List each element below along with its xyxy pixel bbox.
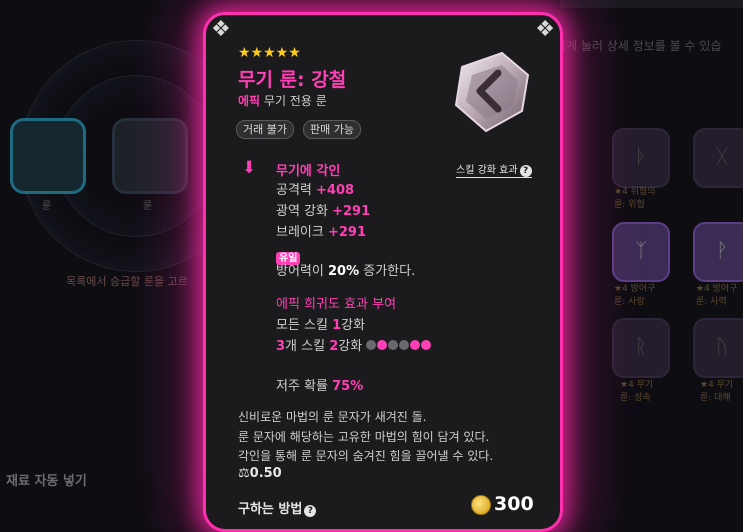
select-hint-text: 목록에서 승급할 룬을 고르 [66,275,188,288]
rune-slot-1[interactable] [10,118,86,194]
rune-tile[interactable]: ᚱ [612,318,670,378]
skill-help-link[interactable]: 스킬 강화 효과? [456,161,532,178]
stat-area: 광역 강화 +291 [276,204,371,219]
rune-glyph-icon: ᚷ [716,144,728,168]
rune-glyph-icon: ᚱ [635,334,647,358]
skill-dot-icon [421,340,432,350]
ornament-corner-icon: ❖ [211,17,231,42]
stat-attack: 공격력 +408 [276,183,355,198]
download-arrow-icon: ⬇ [242,158,257,178]
rune-tile[interactable]: ᚹ [693,222,743,282]
defense-effect: 방어력이 20% 증가한다. [276,264,416,279]
rune-tile[interactable]: ᛉ [612,222,670,282]
rune-slot-2-label: 룬 [143,201,153,212]
skill-dot-icon [399,340,410,350]
description-line: 신비로운 마법의 룬 문자가 새겨진 돌. [238,410,427,424]
rune-caption: ★4 위협의 룬: 위협 [614,187,656,210]
weight: ⚖0.50 [238,466,282,481]
curse-chance: 저주 확률 75% [276,379,364,394]
rune-stone-icon [454,51,530,133]
trade-tag: 거래 불가 [236,120,294,139]
rune-caption: ★4 무기 룬: 대해 [700,380,734,403]
rune-slot-2[interactable] [112,118,188,194]
auto-fill-button[interactable]: 재료 자동 넣기 [6,470,87,489]
rune-tile[interactable]: ᚦ [612,128,670,188]
ornament-corner-icon: ❖ [535,17,555,42]
rarity-effect-title: 에픽 희귀도 효과 부여 [276,297,397,312]
multi-skill-effect: 3개 스킬 2강화 [276,335,432,354]
sell-tag: 판매 가능 [303,120,361,139]
skill-dot-icon [377,340,388,350]
rune-caption: ★4 방어구 룬: 사랑 [614,284,656,307]
skill-dot-icon [366,340,377,350]
description-line: 각인을 통해 룬 문자의 숨겨진 힘을 끌어낼 수 있다. [238,449,494,463]
long-press-hint: 길게 눌러 상세 정보를 볼 수 있습 [555,39,722,53]
description-line: 룬 문자에 해당하는 고유한 마법의 힘이 담겨 있다. [238,430,490,444]
grade-label: 에픽 [238,94,261,108]
rune-glyph-icon: ᛉ [635,238,647,262]
all-skill-effect: 모든 스킬 1강화 [276,318,366,333]
stat-break: 브레이크 +291 [276,225,367,240]
rune-slot-1-label: 룬 [42,201,52,212]
rune-tile[interactable]: ᚷ [693,128,743,188]
top-bar [560,0,743,8]
skill-dot-icon [410,340,421,350]
item-title: 무기 룬: 강철 [238,69,347,91]
rune-glyph-icon: ᚹ [716,238,728,262]
help-icon[interactable]: ? [519,165,532,177]
rune-caption: ★4 무기 룬: 성속 [620,380,654,403]
rune-glyph-icon: ᚢ [716,334,728,358]
price: 300 [494,493,534,515]
rune-tooltip: ❖ ❖ ★★★★★ 무기 룬: 강철 에픽 무기 전용 룬 거래 불가 판매 가… [203,12,563,532]
weight-icon: ⚖ [238,466,250,481]
skill-dots [366,339,432,354]
skill-dot-icon [388,340,399,350]
engrave-title: 무기에 각인 [276,164,341,179]
item-subtitle: 에픽 무기 전용 룬 [238,94,327,108]
rune-tile[interactable]: ᚢ [693,318,743,378]
gold-coin-icon [471,495,491,515]
rune-glyph-icon: ᚦ [635,144,647,168]
star-rating: ★★★★★ [238,45,301,61]
rune-caption: ★4 방어구 룬: 사력 [696,284,738,307]
help-icon[interactable]: ? [304,505,317,517]
